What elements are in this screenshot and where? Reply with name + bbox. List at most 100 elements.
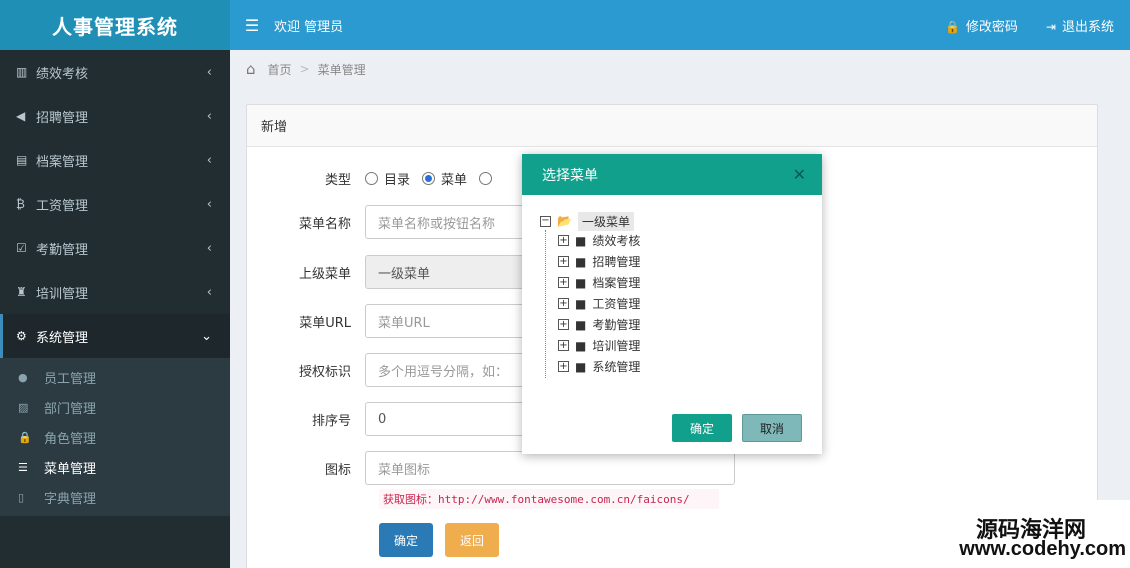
tree-node[interactable]: + ■ 绩效考核 — [558, 230, 640, 251]
type-radio-button[interactable] — [479, 172, 498, 185]
doc-icon: ▨ — [18, 400, 29, 414]
sidebar-item-recruit[interactable]: ◀ 招聘管理 ‹ — [0, 94, 230, 138]
bar-chart-icon: ▥ — [16, 65, 28, 79]
folder-open-icon: 📂 — [557, 214, 572, 228]
order-label: 排序号 — [311, 413, 351, 429]
system-submenu: ● 员工管理 ▨ 部门管理 🔒 角色管理 ☰ 菜单管理 ▯ 字典管理 — [0, 358, 230, 516]
chevron-left-icon: ‹ — [206, 240, 212, 256]
tree-node-root[interactable]: − 📂 一级菜单 — [540, 211, 640, 231]
dialog-cancel-button[interactable]: 取消 — [742, 414, 802, 442]
app-logo[interactable]: 人事管理系统 — [0, 0, 230, 50]
tree-node[interactable]: + ■ 系统管理 — [558, 356, 640, 377]
user-icon: ● — [18, 370, 28, 384]
radio-label: 菜单 — [441, 173, 468, 188]
expand-icon[interactable]: + — [558, 319, 569, 330]
sidebar-subitem-label: 部门管理 — [44, 401, 97, 417]
sidebar-item-training[interactable]: ♜ 培训管理 ‹ — [0, 270, 230, 314]
tree-guide-line — [545, 230, 546, 378]
expand-icon[interactable]: + — [558, 340, 569, 351]
expand-icon[interactable]: + — [558, 235, 569, 246]
tree-node-label: 招聘管理 — [592, 255, 641, 269]
change-password-label: 修改密码 — [965, 19, 1018, 35]
sign-out-icon: ⇥ — [1045, 19, 1056, 34]
folder-icon: ■ — [575, 275, 587, 290]
sidebar-subitem-staff[interactable]: ● 员工管理 — [0, 362, 230, 392]
folder-icon: ■ — [575, 254, 587, 269]
tree-node-label: 系统管理 — [592, 360, 641, 374]
expand-icon[interactable]: + — [558, 256, 569, 267]
dialog-ok-button[interactable]: 确定 — [672, 414, 732, 442]
expand-icon[interactable]: + — [558, 298, 569, 309]
radio-circle — [422, 172, 436, 185]
tree-node-label: 考勤管理 — [592, 318, 641, 332]
tree-node-label: 培训管理 — [592, 339, 641, 353]
tree-node[interactable]: + ■ 档案管理 — [558, 272, 640, 293]
type-radio-directory[interactable]: 目录 — [365, 169, 410, 188]
expand-icon[interactable]: + — [558, 277, 569, 288]
sidebar-item-label: 培训管理 — [36, 286, 89, 302]
lock-icon: 🔒 — [944, 19, 960, 34]
sidebar-subitem-dict[interactable]: ▯ 字典管理 — [0, 482, 230, 512]
sidebar: ▥ 绩效考核 ‹ ◀ 招聘管理 ‹ ▤ 档案管理 ‹ ₿ 工资管理 ‹ ☑ 考勤管理 ‹ ♜ 培训管理… — [0, 50, 230, 568]
sidebar-item-system[interactable]: ⚙ 系统管理 ⌄ — [0, 314, 230, 358]
breadcrumb-current: 菜单管理 — [317, 62, 366, 77]
form-row-icon: 图标 菜单图标 — [247, 451, 735, 485]
type-label: 类型 — [324, 173, 351, 188]
sidebar-item-attendance[interactable]: ☑ 考勤管理 ‹ — [0, 226, 230, 270]
sidebar-item-label: 招聘管理 — [36, 110, 89, 126]
home-icon[interactable]: ⌂ — [246, 60, 256, 78]
chevron-left-icon: ‹ — [206, 64, 212, 80]
sidebar-item-label: 系统管理 — [36, 330, 89, 346]
change-password-link[interactable]: 🔒 修改密码 — [945, 16, 1018, 35]
type-radio-menu[interactable]: 菜单 — [422, 169, 467, 188]
sidebar-item-performance[interactable]: ▥ 绩效考核 ‹ — [0, 50, 230, 94]
topbar: ☰ 欢迎 管理员 🔒 修改密码 ⇥ 退出系统 — [230, 0, 1130, 50]
sidebar-subitem-dept[interactable]: ▨ 部门管理 — [0, 392, 230, 422]
folder-icon: ■ — [575, 317, 587, 332]
tree-node-label: 绩效考核 — [592, 234, 641, 248]
tree-node[interactable]: + ■ 考勤管理 — [558, 314, 640, 335]
sidebar-subitem-label: 员工管理 — [44, 371, 97, 387]
expand-icon[interactable]: + — [558, 361, 569, 372]
tree-node[interactable]: + ■ 工资管理 — [558, 293, 640, 314]
folder-icon: ■ — [575, 296, 587, 311]
chevron-left-icon: ‹ — [206, 108, 212, 124]
back-button[interactable]: 返回 — [445, 523, 499, 557]
trophy-icon: ♜ — [16, 285, 27, 299]
radio-circle — [365, 172, 378, 185]
chevron-left-icon: ‹ — [206, 196, 212, 212]
folder-icon: ■ — [575, 338, 587, 353]
menu-tree: − 📂 一级菜单 + ■ 绩效考核 + ■ 招聘管理 + ■ 档案管理 + ■ 工资管理 + ■ 考… — [540, 211, 640, 378]
sidebar-item-label: 工资管理 — [36, 198, 89, 214]
file-icon: ▤ — [16, 153, 28, 167]
watermark-url: www.codehy.com — [959, 538, 1126, 560]
collapse-icon[interactable]: − — [540, 215, 551, 227]
logout-link[interactable]: ⇥ 退出系统 — [1046, 16, 1114, 35]
submit-button[interactable]: 确定 — [379, 523, 433, 557]
url-label: 菜单URL — [299, 315, 351, 331]
tree-node[interactable]: + ■ 培训管理 — [558, 335, 640, 356]
parent-label: 上级菜单 — [298, 266, 351, 282]
tree-node[interactable]: + ■ 招聘管理 — [558, 251, 640, 272]
sidebar-subitem-menu[interactable]: ☰ 菜单管理 — [0, 452, 230, 482]
icon-hint: 获取图标：http://www.fontawesome.com.cn/faico… — [379, 489, 719, 509]
logout-label: 退出系统 — [1061, 19, 1114, 35]
menu-icon-input[interactable]: 菜单图标 — [365, 451, 735, 485]
sidebar-item-salary[interactable]: ₿ 工资管理 ‹ — [0, 182, 230, 226]
welcome-text: 欢迎 管理员 — [274, 19, 344, 35]
sidebar-item-archive[interactable]: ▤ 档案管理 ‹ — [0, 138, 230, 182]
folder-icon: ■ — [575, 359, 587, 374]
chevron-down-icon: ⌄ — [201, 328, 212, 344]
form-row-type: 类型 目录 菜单 — [247, 169, 510, 188]
chevron-left-icon: ‹ — [206, 284, 212, 300]
close-icon[interactable]: ✕ — [793, 165, 806, 184]
folder-icon: ■ — [575, 233, 587, 248]
name-label: 菜单名称 — [298, 216, 351, 232]
topbar-actions: 🔒 修改密码 ⇥ 退出系统 — [945, 16, 1130, 35]
menu-toggle-icon[interactable]: ☰ — [230, 16, 274, 35]
bitcoin-icon: ₿ — [16, 197, 25, 211]
breadcrumb-home[interactable]: 首页 — [268, 61, 292, 78]
sidebar-subitem-role[interactable]: 🔒 角色管理 — [0, 422, 230, 452]
perm-label: 授权标识 — [298, 364, 351, 380]
dialog-title: 选择菜单 — [542, 167, 598, 184]
